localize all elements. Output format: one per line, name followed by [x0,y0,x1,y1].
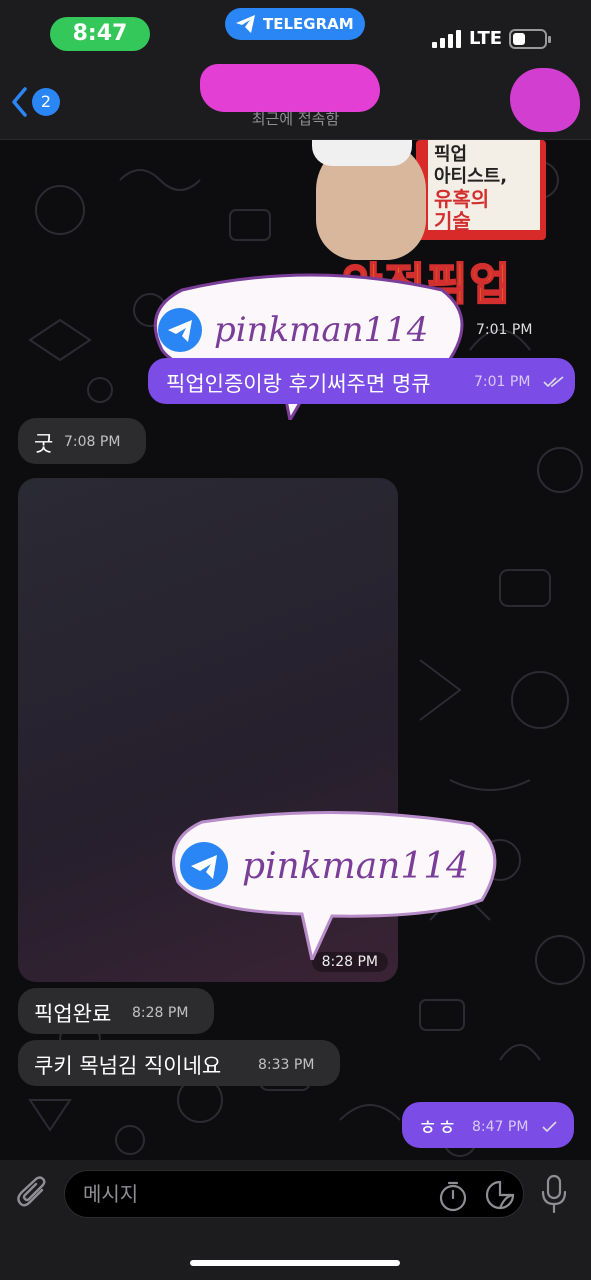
message-text: 쿠키 목넘김 직이네요 [34,1054,222,1078]
message-text: 픽업인증이랑 후기써주면 명큐 [166,372,431,396]
timer-icon[interactable] [437,1180,469,1212]
redacted-contact-name[interactable] [200,64,380,112]
chat-header: 2 최근에 접속함 [0,64,591,140]
read-checks-icon [543,376,564,388]
watermark-text: pinkman114 [214,310,429,350]
message-text: ㅎㅎ [418,1116,457,1140]
sticker-book: 픽업 아티스트, 유혹의 기술 [428,140,540,233]
message-bubble-outgoing[interactable]: 픽업인증이랑 후기써주면 명큐 7:01 PM [148,358,575,404]
message-bubble-incoming[interactable]: 쿠키 목넘김 직이네요 8:33 PM [18,1040,340,1086]
sticker-icon[interactable] [485,1180,515,1210]
message-time: 8:33 PM [258,1057,315,1073]
sticker-book-line: 아티스트, [434,166,508,187]
message-input-bar [0,1160,591,1280]
chat-area[interactable]: 픽업 아티스트, 유혹의 기술 안전픽업 pinkman114 픽업인증이랑 후… [0,140,591,1160]
watermark-text: pinkman114 [242,846,470,887]
sticker-book-line: 픽업 [434,144,468,165]
status-time[interactable]: 8:47 [50,17,150,51]
message-time: 8:47 PM [472,1119,529,1135]
signal-icon [432,30,461,48]
network-label: LTE [469,28,503,49]
last-seen-status: 최근에 접속함 [251,110,340,128]
message-time: 7:01 PM [474,374,531,390]
message-field[interactable] [64,1170,524,1218]
battery-icon [509,29,551,49]
message-text: 픽업완료 [34,1002,112,1026]
telegram-icon [236,15,255,33]
message-time: 7:08 PM [64,434,121,450]
message-bubble-outgoing[interactable]: ㅎㅎ 8:47 PM [402,1102,574,1148]
message-input[interactable] [83,1179,423,1209]
sticker-cap-image [312,140,412,166]
home-indicator[interactable] [190,1260,400,1266]
message-bubble-incoming[interactable]: 픽업완료 8:28 PM [18,988,214,1034]
microphone-icon[interactable] [540,1174,568,1214]
sticker-book-line: 기술 [434,209,471,233]
message-text: 굿 [34,432,54,456]
message-bubble-incoming[interactable]: 굿 7:08 PM [18,418,146,464]
paperclip-icon[interactable] [16,1176,50,1212]
sticker-time: 7:01 PM [476,322,533,338]
telegram-pill[interactable]: TELEGRAM [225,8,365,40]
message-time: 8:28 PM [132,1005,189,1021]
watermark-stamp: pinkman114 [162,810,512,965]
telegram-pill-label: TELEGRAM [263,15,354,33]
sticker-book-line: 유혹의 [434,187,490,211]
status-bar: 8:47 TELEGRAM LTE [0,0,591,64]
sent-check-icon [542,1121,557,1133]
